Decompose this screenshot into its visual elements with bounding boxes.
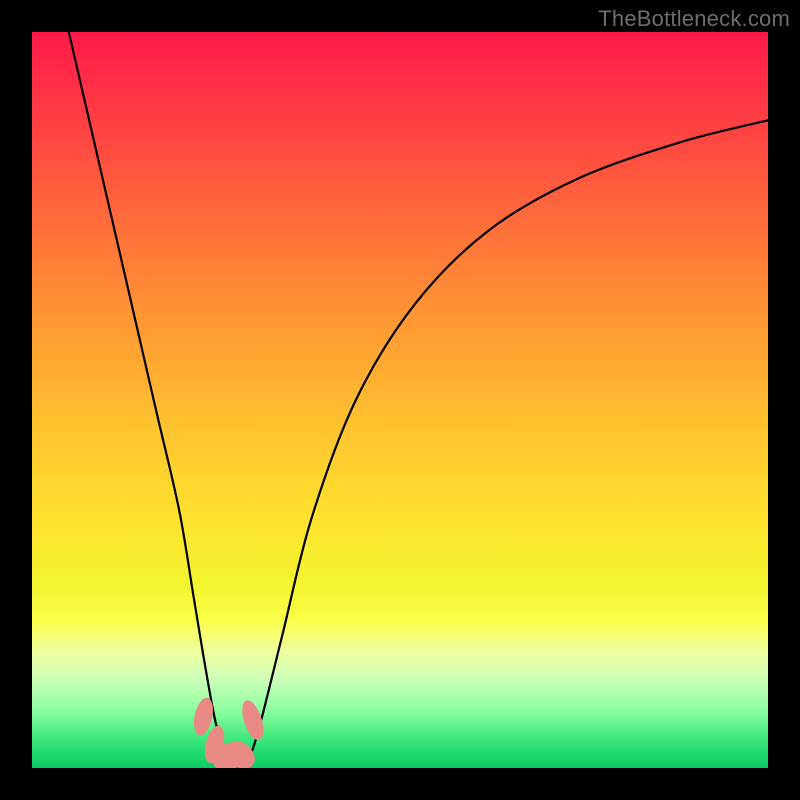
highlight-markers	[191, 696, 268, 768]
bottleneck-curve	[69, 32, 768, 764]
chart-frame: TheBottleneck.com	[0, 0, 800, 800]
watermark-text: TheBottleneck.com	[598, 6, 790, 32]
highlight-dot	[238, 698, 268, 743]
chart-svg	[32, 32, 768, 768]
chart-plot-area	[32, 32, 768, 768]
